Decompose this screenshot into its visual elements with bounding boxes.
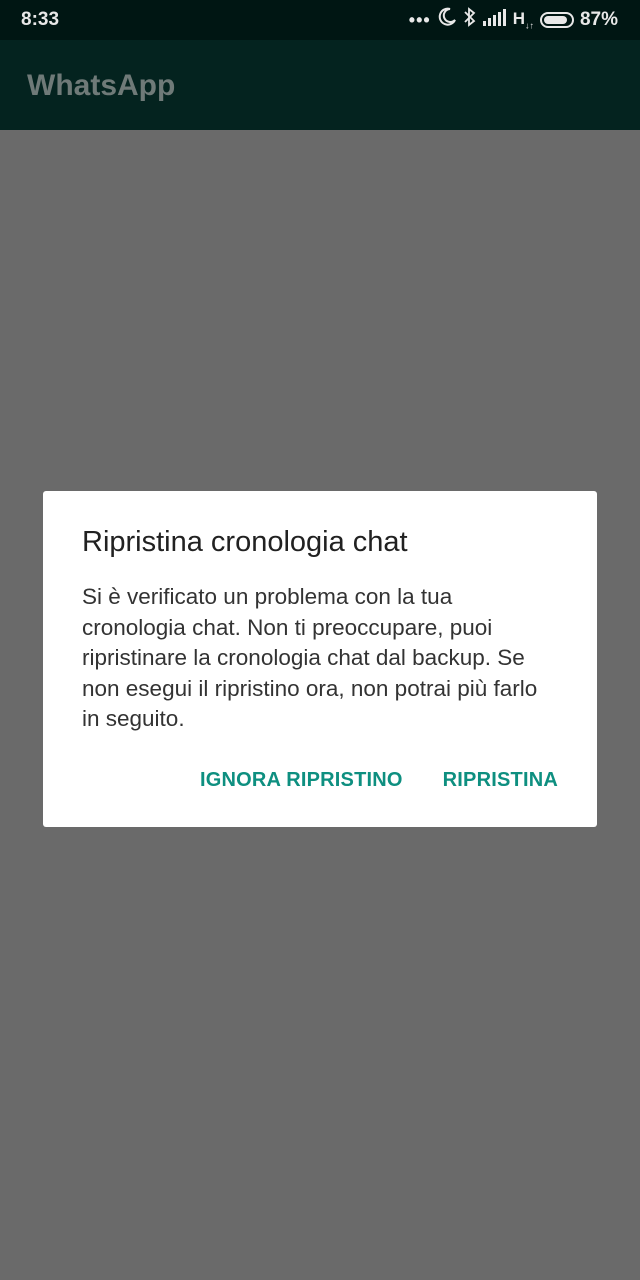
battery-icon: [539, 12, 574, 28]
app-title: WhatsApp: [27, 69, 176, 102]
status-icons: ••• H↓↑ 87%: [403, 7, 618, 33]
bluetooth-icon: [463, 7, 477, 33]
battery-fill: [543, 16, 567, 24]
network-type: H↓↑: [512, 9, 534, 31]
app-bar: WhatsApp: [0, 40, 640, 130]
signal-icon: [482, 8, 507, 32]
battery-percent: 87%: [579, 9, 618, 30]
status-bar: 8:33 ••• H↓↑ 87%: [0, 0, 640, 40]
moon-icon: [437, 7, 457, 33]
restore-button[interactable]: RIPRISTINA: [443, 769, 558, 792]
dialog-title: Ripristina cronologia chat: [82, 526, 408, 558]
skip-restore-button[interactable]: IGNORA RIPRISTINO: [200, 769, 403, 792]
restore-dialog: Ripristina cronologia chat Si è verifica…: [43, 491, 597, 827]
data-arrows: ↓↑: [524, 20, 534, 31]
dialog-actions: IGNORA RIPRISTINO RIPRISTINA: [200, 769, 558, 792]
more-dots-icon: •••: [408, 9, 431, 30]
status-time: 8:33: [21, 9, 60, 30]
dialog-message: Si è verificato un problema con la tua c…: [82, 584, 538, 731]
